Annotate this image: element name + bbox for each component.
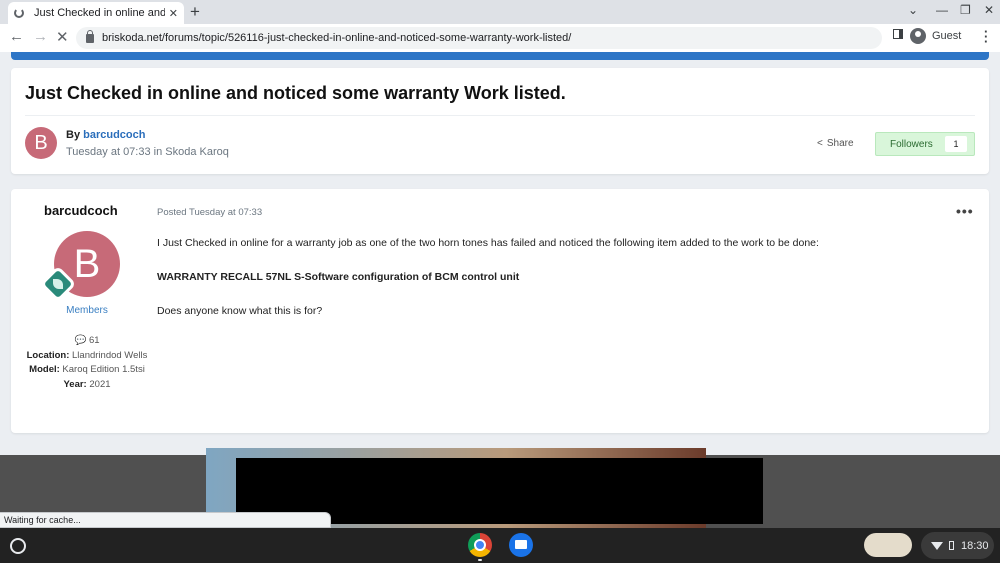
post-paragraph: I Just Checked in online for a warranty … <box>157 237 819 249</box>
post-content: I Just Checked in online for a warranty … <box>157 237 957 339</box>
forward-arrow-icon[interactable]: → <box>33 28 48 45</box>
share-button[interactable]: < Share <box>817 138 854 149</box>
tab-strip: Just Checked in online and notic ✕ + ⌄ —… <box>0 0 1000 24</box>
close-window-icon[interactable]: ✕ <box>984 3 994 17</box>
side-panel-icon[interactable] <box>893 29 903 39</box>
chevron-down-icon[interactable]: ⌄ <box>908 3 918 17</box>
author-line: By barcudcoch <box>66 129 145 141</box>
leaf-icon <box>53 279 63 289</box>
topic-header: Just Checked in online and noticed some … <box>11 68 989 174</box>
avatar[interactable]: B <box>25 127 57 159</box>
followers-label: Followers <box>890 138 933 150</box>
page-title: Just Checked in online and noticed some … <box>25 83 566 103</box>
followers-count: 1 <box>945 136 967 152</box>
back-arrow-icon[interactable]: ← <box>9 28 24 45</box>
post-menu-icon[interactable]: ••• <box>956 203 974 219</box>
member-group: Members <box>66 305 108 316</box>
post-count: 💬 61 <box>74 335 100 346</box>
divider <box>25 115 975 116</box>
avatar-icon <box>910 28 926 44</box>
stop-loading-icon[interactable]: ✕ <box>56 28 69 46</box>
tab-title: Just Checked in online and notic <box>34 7 165 19</box>
kebab-menu-icon[interactable]: · · · <box>984 25 988 48</box>
post-author[interactable]: barcudcoch <box>44 203 118 218</box>
new-tab-button[interactable]: + <box>190 2 200 22</box>
browser-tab[interactable]: Just Checked in online and notic ✕ <box>8 2 184 24</box>
loading-spinner-icon <box>14 8 24 18</box>
wifi-icon <box>931 541 943 550</box>
profile-label: Guest <box>932 30 962 42</box>
close-tab-icon[interactable]: ✕ <box>169 7 178 20</box>
restore-icon[interactable]: ❐ <box>960 3 971 17</box>
author-stats: 💬 61 Location: Llandrindod Wells Model: … <box>23 334 151 392</box>
author-location: Location: Llandrindod Wells <box>26 349 148 361</box>
topic-meta: Tuesday at 07:33 in Skoda Karoq <box>66 146 229 158</box>
comment-icon: 💬 <box>74 335 87 346</box>
lock-icon <box>86 29 94 43</box>
battery-icon <box>949 541 954 550</box>
clock: 18:30 <box>961 539 989 552</box>
author-model: Model: Karoq Edition 1.5tsi <box>29 364 145 375</box>
share-icon: < <box>817 138 823 149</box>
system-tray[interactable]: 18:30 <box>921 532 994 559</box>
share-label: Share <box>826 138 854 149</box>
minimize-icon[interactable]: — <box>936 3 948 17</box>
active-app-indicator <box>478 559 482 561</box>
site-header-bar <box>11 52 989 60</box>
holding-space-tote[interactable] <box>864 533 912 557</box>
files-app-icon[interactable] <box>509 533 533 557</box>
url-text: briskoda.net/forums/topic/526116-just-ch… <box>102 32 572 44</box>
address-bar[interactable]: briskoda.net/forums/topic/526116-just-ch… <box>76 27 882 49</box>
post-date: Posted Tuesday at 07:33 <box>157 207 263 218</box>
status-bubble: Waiting for cache... <box>0 512 331 528</box>
chrome-app-icon[interactable] <box>468 533 492 557</box>
author-year: Year: 2021 <box>63 378 111 390</box>
author-link[interactable]: barcudcoch <box>83 129 145 141</box>
profile-button[interactable]: Guest <box>910 28 961 44</box>
followers-button[interactable]: Followers 1 <box>875 132 975 156</box>
post: barcudcoch B Members 💬 61 Location: Llan… <box>11 189 989 433</box>
browser-toolbar: ← → ✕ briskoda.net/forums/topic/526116-j… <box>0 24 1000 52</box>
post-paragraph: Does anyone know what this is for? <box>157 305 323 317</box>
os-shelf <box>0 528 1000 563</box>
post-paragraph-bold: WARRANTY RECALL 57NL S-Software configur… <box>157 271 520 283</box>
by-prefix: By <box>66 129 81 141</box>
launcher-icon[interactable] <box>10 538 26 554</box>
